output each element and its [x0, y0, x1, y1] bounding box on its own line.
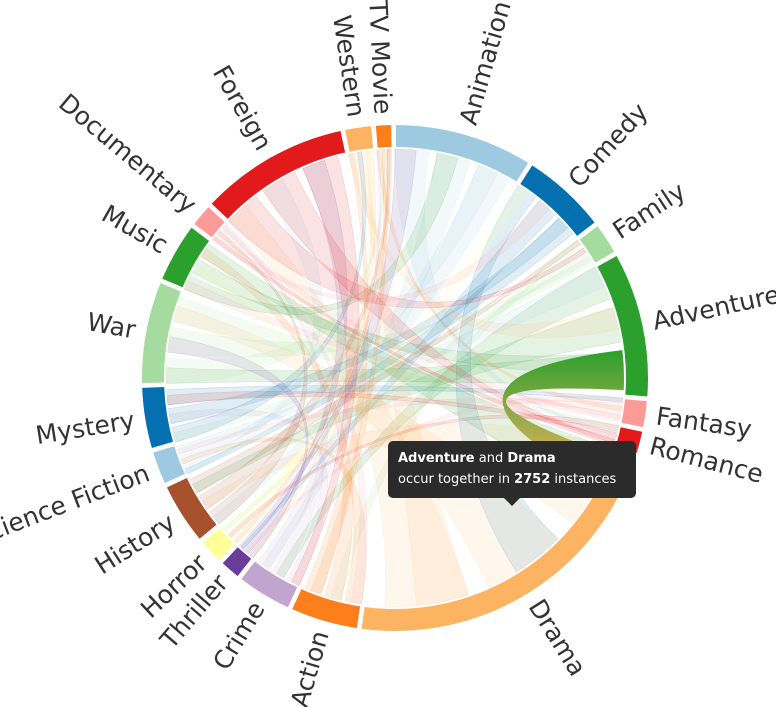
label-western: Western [327, 13, 371, 119]
tooltip-and: and [478, 451, 504, 466]
label-war: War [85, 307, 139, 344]
tooltip-post: instances [554, 472, 617, 487]
label-music: Music [97, 199, 173, 259]
label-foreign: Foreign [207, 60, 278, 155]
label-documentary: Documentary [53, 88, 202, 220]
label-action: Action [285, 627, 335, 707]
tooltip-arrow [504, 498, 520, 506]
group-arc-tv-movie[interactable] [373, 123, 394, 150]
group-arc-western[interactable] [342, 123, 376, 154]
label-comedy: Comedy [563, 97, 654, 193]
label-family: Family [607, 176, 690, 245]
chord-diagram: AnimationComedyFamilyAdventureFantasyRom… [0, 0, 776, 707]
tooltip-line-2: occur together in 2752 instances [398, 469, 626, 490]
label-adventure: Adventure [650, 280, 776, 336]
label-animation: Animation [454, 0, 517, 128]
label-mystery: Mystery [34, 406, 137, 450]
tooltip-count: 2752 [514, 472, 551, 487]
group-arc-fantasy[interactable] [619, 397, 650, 430]
label-history: History [90, 508, 181, 580]
tooltip-target: Drama [507, 451, 556, 466]
tooltip-pre: occur together in [398, 472, 510, 487]
tooltip-line-1: Adventure and Drama [398, 448, 626, 469]
tooltip: Adventure and Drama occur together in 27… [388, 441, 636, 506]
label-crime: Crime [207, 596, 270, 675]
label-tv-movie: TV Movie [363, 0, 397, 115]
label-drama: Drama [523, 594, 592, 681]
tooltip-source: Adventure [398, 451, 475, 466]
